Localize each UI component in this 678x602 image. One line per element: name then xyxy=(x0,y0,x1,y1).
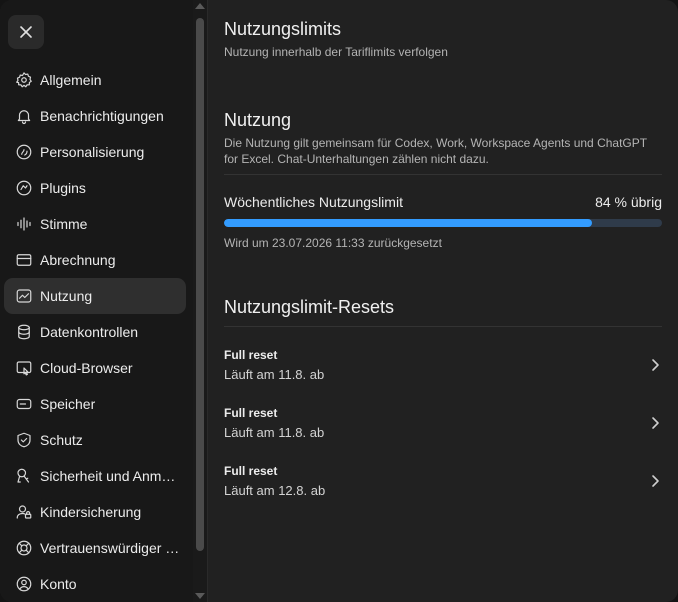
chevron-right-icon xyxy=(648,358,662,372)
sidebar-item-label: Datenkontrollen xyxy=(40,324,139,340)
reset-item-expiry: Läuft am 12.8. ab xyxy=(224,483,326,498)
page-subtitle: Nutzung innerhalb der Tariflimits verfol… xyxy=(224,45,448,59)
sidebar-item-label: Allgemein xyxy=(40,72,102,88)
sidebar-item-personalisierung[interactable]: Personalisierung xyxy=(4,134,186,170)
sidebar-item-label: Nutzung xyxy=(40,288,93,304)
cloud-browser-icon xyxy=(15,359,33,377)
sidebar-item-abrechnung[interactable]: Abrechnung xyxy=(4,242,186,278)
sidebar-item-label: Stimme xyxy=(40,216,88,232)
sidebar-divider xyxy=(207,0,208,602)
sidebar-item-label: Benachrichtigungen xyxy=(40,108,164,124)
scroll-down-arrow-icon[interactable] xyxy=(195,593,205,599)
reset-list-item[interactable]: Full reset Läuft am 12.8. ab xyxy=(224,464,662,508)
sidebar-item-label: Plugins xyxy=(40,180,86,196)
sidebar-item-label: Konto xyxy=(40,576,77,592)
weekly-limit-remaining: 84 % übrig xyxy=(595,194,662,210)
usage-description: Die Nutzung gilt gemeinsam für Codex, Wo… xyxy=(224,136,647,166)
reset-item-expiry: Läuft am 11.8. ab xyxy=(224,367,325,382)
account-icon xyxy=(15,575,33,593)
sidebar-item-plugins[interactable]: Plugins xyxy=(4,170,186,206)
chevron-right-icon xyxy=(648,416,662,430)
reset-item-title: Full reset xyxy=(224,406,278,420)
resets-heading: Nutzungslimit-Resets xyxy=(224,297,395,317)
storage-icon xyxy=(15,395,33,413)
settings-nav: Allgemein Benachrichtigungen Personalisi… xyxy=(4,62,186,602)
page-title: Nutzungslimits xyxy=(224,19,342,39)
sidebar-item-allgemein[interactable]: Allgemein xyxy=(4,62,186,98)
sidebar-item-schutz[interactable]: Schutz xyxy=(4,422,186,458)
reset-item-title: Full reset xyxy=(224,464,278,478)
sidebar-item-nutzung[interactable]: Nutzung xyxy=(4,278,186,314)
sidebar-item-label: Cloud-Browser xyxy=(40,360,133,376)
usage-heading: Nutzung xyxy=(224,110,292,130)
sidebar-item-benachrichtigungen[interactable]: Benachrichtigungen xyxy=(4,98,186,134)
reset-list-item[interactable]: Full reset Läuft am 11.8. ab xyxy=(224,406,662,450)
sidebar-item-label: Sicherheit und Anm… xyxy=(40,468,176,484)
scrollbar-thumb[interactable] xyxy=(196,18,204,551)
settings-sidebar: Allgemein Benachrichtigungen Personalisi… xyxy=(0,0,200,602)
bell-icon xyxy=(15,107,33,125)
sidebar-item-label: Personalisierung xyxy=(40,144,145,160)
usage-chart-icon xyxy=(15,287,33,305)
sidebar-item-stimme[interactable]: Stimme xyxy=(4,206,186,242)
sidebar-item-label: Vertrauenswürdiger … xyxy=(40,540,180,556)
scroll-up-arrow-icon[interactable] xyxy=(195,3,205,9)
sidebar-item-label: Abrechnung xyxy=(40,252,116,268)
key-icon xyxy=(15,467,33,485)
sidebar-item-kindersicherung[interactable]: Kindersicherung xyxy=(4,494,186,530)
settings-window: Allgemein Benachrichtigungen Personalisi… xyxy=(0,0,678,602)
reset-item-expiry: Läuft am 11.8. ab xyxy=(224,425,325,440)
weekly-limit-label: Wöchentliches Nutzungslimit xyxy=(224,194,403,210)
parental-control-icon xyxy=(15,503,33,521)
reset-item-title: Full reset xyxy=(224,348,278,362)
sidebar-item-vertrauenswuerdig[interactable]: Vertrauenswürdiger … xyxy=(4,530,186,566)
sidebar-scrollbar[interactable] xyxy=(193,0,207,602)
credit-card-icon xyxy=(15,251,33,269)
gear-icon xyxy=(15,71,33,89)
sidebar-item-konto[interactable]: Konto xyxy=(4,566,186,602)
personalize-icon xyxy=(15,143,33,161)
sidebar-item-sicherheit[interactable]: Sicherheit und Anm… xyxy=(4,458,186,494)
close-icon xyxy=(20,26,32,38)
sidebar-item-label: Schutz xyxy=(40,432,83,448)
close-button[interactable] xyxy=(8,15,44,49)
sidebar-item-speicher[interactable]: Speicher xyxy=(4,386,186,422)
weekly-limit-progress-bar xyxy=(224,219,662,227)
sidebar-item-cloud-browser[interactable]: Cloud-Browser xyxy=(4,350,186,386)
waveform-icon xyxy=(15,215,33,233)
reset-list-item[interactable]: Full reset Läuft am 11.8. ab xyxy=(224,348,662,392)
resets-divider xyxy=(224,326,662,327)
usage-divider xyxy=(224,174,662,175)
lifebuoy-icon xyxy=(15,539,33,557)
usage-limits-panel: Nutzungslimits Nutzung innerhalb der Tar… xyxy=(224,0,662,602)
sidebar-item-datenkontrollen[interactable]: Datenkontrollen xyxy=(4,314,186,350)
chevron-right-icon xyxy=(648,474,662,488)
database-icon xyxy=(15,323,33,341)
shield-icon xyxy=(15,431,33,449)
reset-note: Wird um 23.07.2026 11:33 zurückgesetzt xyxy=(224,236,442,250)
plugin-icon xyxy=(15,179,33,197)
sidebar-item-label: Kindersicherung xyxy=(40,504,142,520)
weekly-limit-progress-fill xyxy=(224,219,592,227)
sidebar-item-label: Speicher xyxy=(40,396,96,412)
